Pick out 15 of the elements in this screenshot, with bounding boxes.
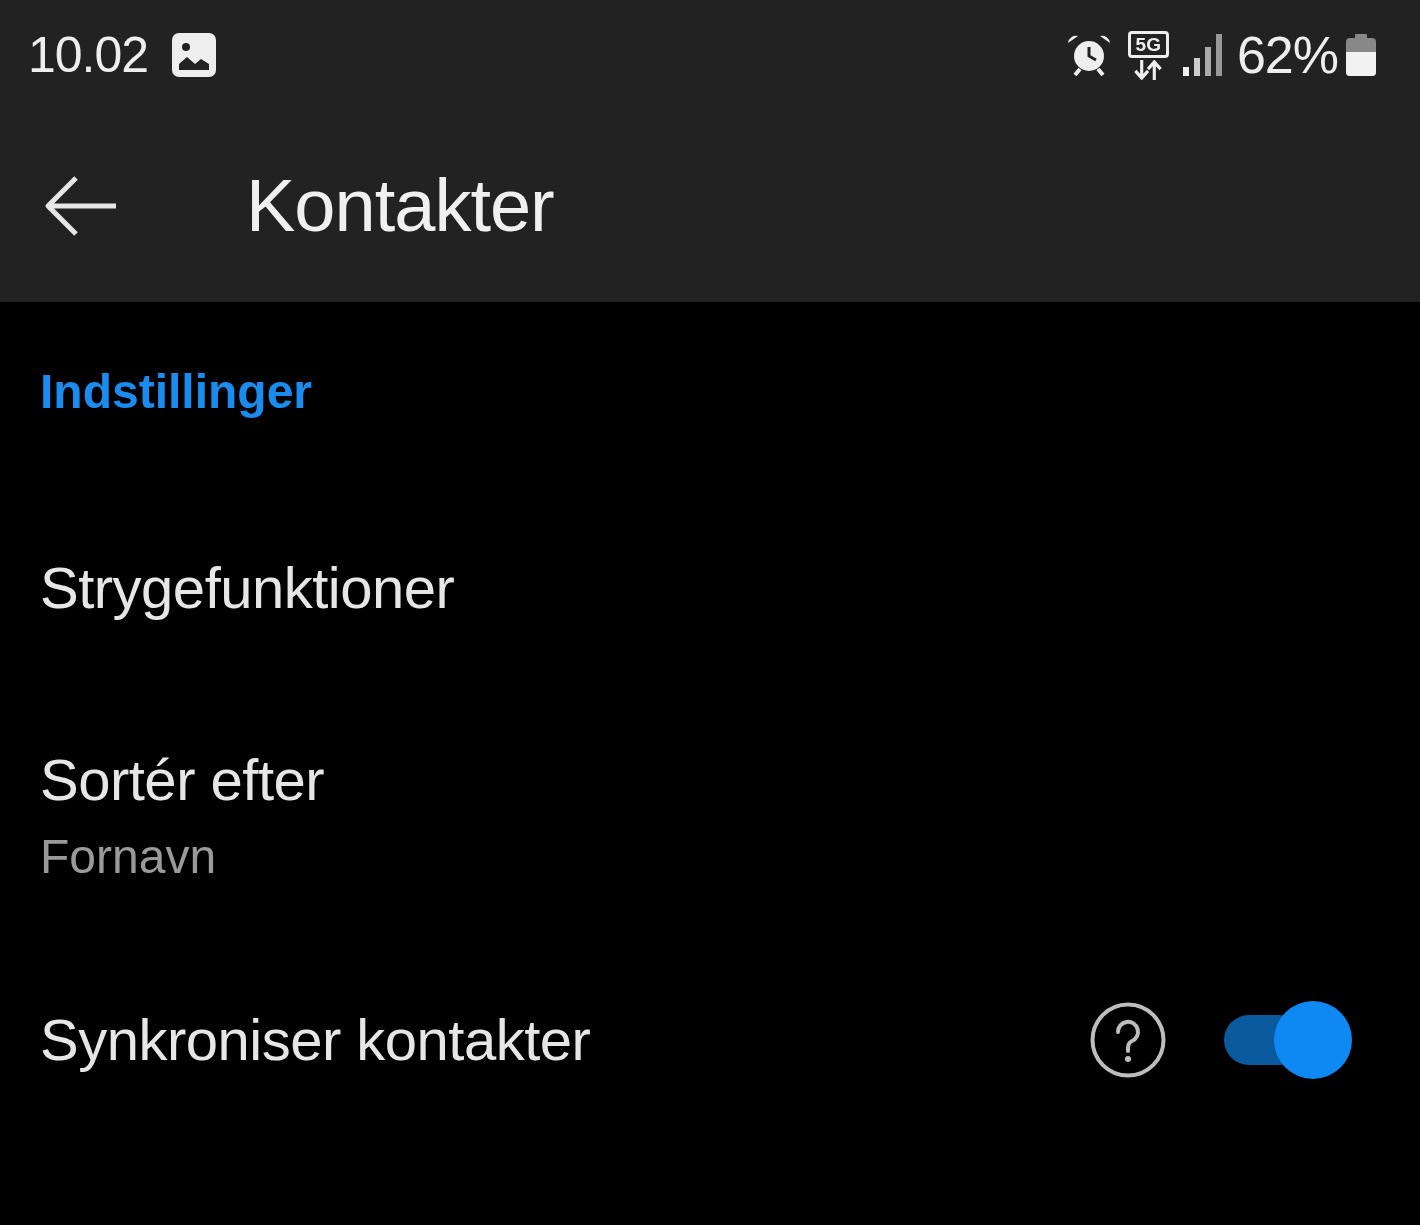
setting-title[interactable]: Sortér efter [40, 747, 325, 813]
battery-icon [1346, 34, 1376, 76]
battery-percent: 62% [1236, 25, 1338, 85]
image-icon [172, 33, 217, 77]
setting-title[interactable]: Strygefunktioner [40, 555, 455, 621]
setting-value: Fornavn [40, 829, 217, 885]
section-header: Indstillinger [40, 364, 312, 420]
toggle-switch[interactable] [1224, 1001, 1352, 1079]
clock-time: 10.02 [28, 26, 149, 85]
alarm-clock-icon [1065, 34, 1112, 76]
setting-title: Synkroniser kontakter [40, 1007, 591, 1073]
signal-icon [1182, 34, 1223, 76]
network-type-label: 5G [1127, 30, 1169, 58]
help-icon[interactable] [1090, 1002, 1166, 1078]
screen-title: Kontakter [246, 163, 554, 249]
